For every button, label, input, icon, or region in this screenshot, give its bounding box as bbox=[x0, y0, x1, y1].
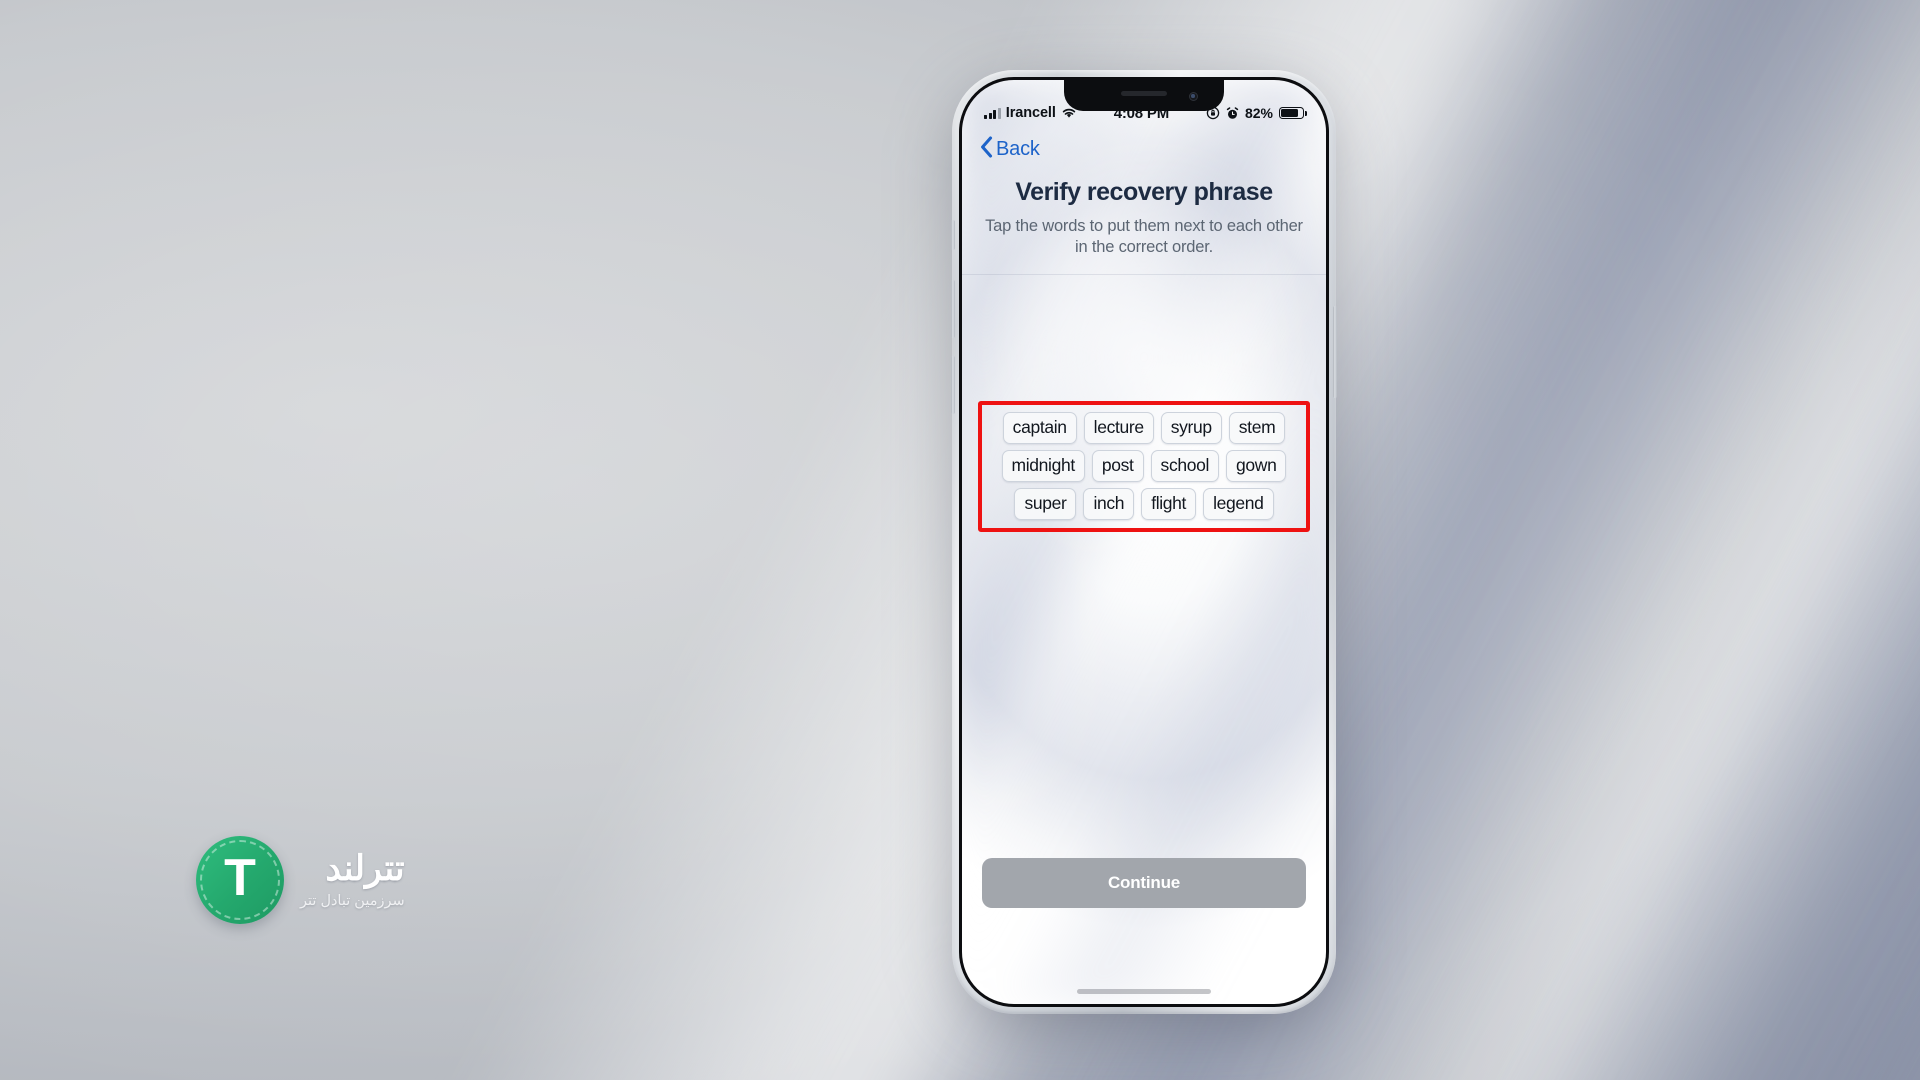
phone-screen: Irancell 4:08 PM 82% Back Verify recover… bbox=[962, 80, 1326, 1004]
page-subtitle: Tap the words to put them next to each o… bbox=[985, 217, 1303, 257]
word-chip[interactable]: midnight bbox=[1001, 450, 1085, 483]
word-chip[interactable]: captain bbox=[1002, 412, 1077, 445]
status-bar-right: 82% bbox=[1206, 105, 1307, 121]
volume-up-button[interactable] bbox=[951, 280, 955, 338]
chevron-left-icon bbox=[980, 135, 993, 163]
phone-bezel: Irancell 4:08 PM 82% Back Verify recover… bbox=[959, 77, 1329, 1007]
word-chip[interactable]: stem bbox=[1228, 412, 1286, 445]
word-chip[interactable]: legend bbox=[1203, 488, 1274, 521]
earpiece-speaker-icon bbox=[1121, 91, 1167, 96]
word-row: super inch flight legend bbox=[986, 488, 1302, 521]
battery-percent-label: 82% bbox=[1244, 105, 1273, 121]
brand-tagline: سرزمین تبادل تتر bbox=[300, 892, 405, 909]
alarm-clock-icon bbox=[1226, 106, 1239, 120]
brand-name: تترلند bbox=[325, 849, 405, 889]
phone-device: Irancell 4:08 PM 82% Back Verify recover… bbox=[951, 70, 1337, 1014]
screen-header: Verify recovery phrase Tap the words to … bbox=[962, 164, 1326, 276]
coin-letter: T bbox=[224, 849, 256, 907]
status-bar-left: Irancell bbox=[984, 105, 1077, 121]
battery-icon bbox=[1279, 107, 1307, 119]
word-chip[interactable]: inch bbox=[1083, 488, 1135, 521]
tether-coin-icon: T bbox=[189, 836, 284, 924]
phone-notch bbox=[1064, 80, 1224, 111]
word-chip[interactable]: gown bbox=[1226, 450, 1287, 483]
word-chip[interactable]: flight bbox=[1141, 488, 1197, 521]
word-chip[interactable]: school bbox=[1150, 450, 1220, 483]
header-divider bbox=[962, 274, 1326, 276]
page-title: Verify recovery phrase bbox=[1015, 178, 1273, 206]
back-button-label: Back bbox=[996, 137, 1040, 160]
volume-down-button[interactable] bbox=[951, 356, 955, 414]
brand-logo: تترلند سرزمین تبادل تتر T bbox=[189, 836, 405, 924]
word-bank-highlight-region: captain lecture syrup stem midnight post… bbox=[978, 401, 1310, 533]
cellular-bars-icon bbox=[984, 107, 1001, 119]
power-button[interactable] bbox=[1333, 306, 1337, 398]
word-row: captain lecture syrup stem bbox=[986, 412, 1302, 445]
carrier-label: Irancell bbox=[1005, 105, 1056, 121]
word-chip[interactable]: lecture bbox=[1083, 412, 1154, 445]
continue-button[interactable]: Continue bbox=[982, 858, 1306, 908]
word-chip[interactable]: post bbox=[1091, 450, 1144, 483]
continue-button-container: Continue bbox=[962, 858, 1326, 908]
nav-bar: Back bbox=[962, 130, 1326, 164]
word-chip[interactable]: super bbox=[1014, 488, 1077, 521]
home-indicator[interactable] bbox=[1077, 989, 1211, 994]
front-camera-icon bbox=[1189, 92, 1198, 101]
mute-switch[interactable] bbox=[951, 220, 955, 250]
word-chip[interactable]: syrup bbox=[1160, 412, 1222, 445]
brand-text-block: تترلند سرزمین تبادل تتر bbox=[300, 849, 405, 909]
back-button[interactable]: Back bbox=[980, 135, 1040, 163]
word-row: midnight post school gown bbox=[986, 450, 1302, 483]
